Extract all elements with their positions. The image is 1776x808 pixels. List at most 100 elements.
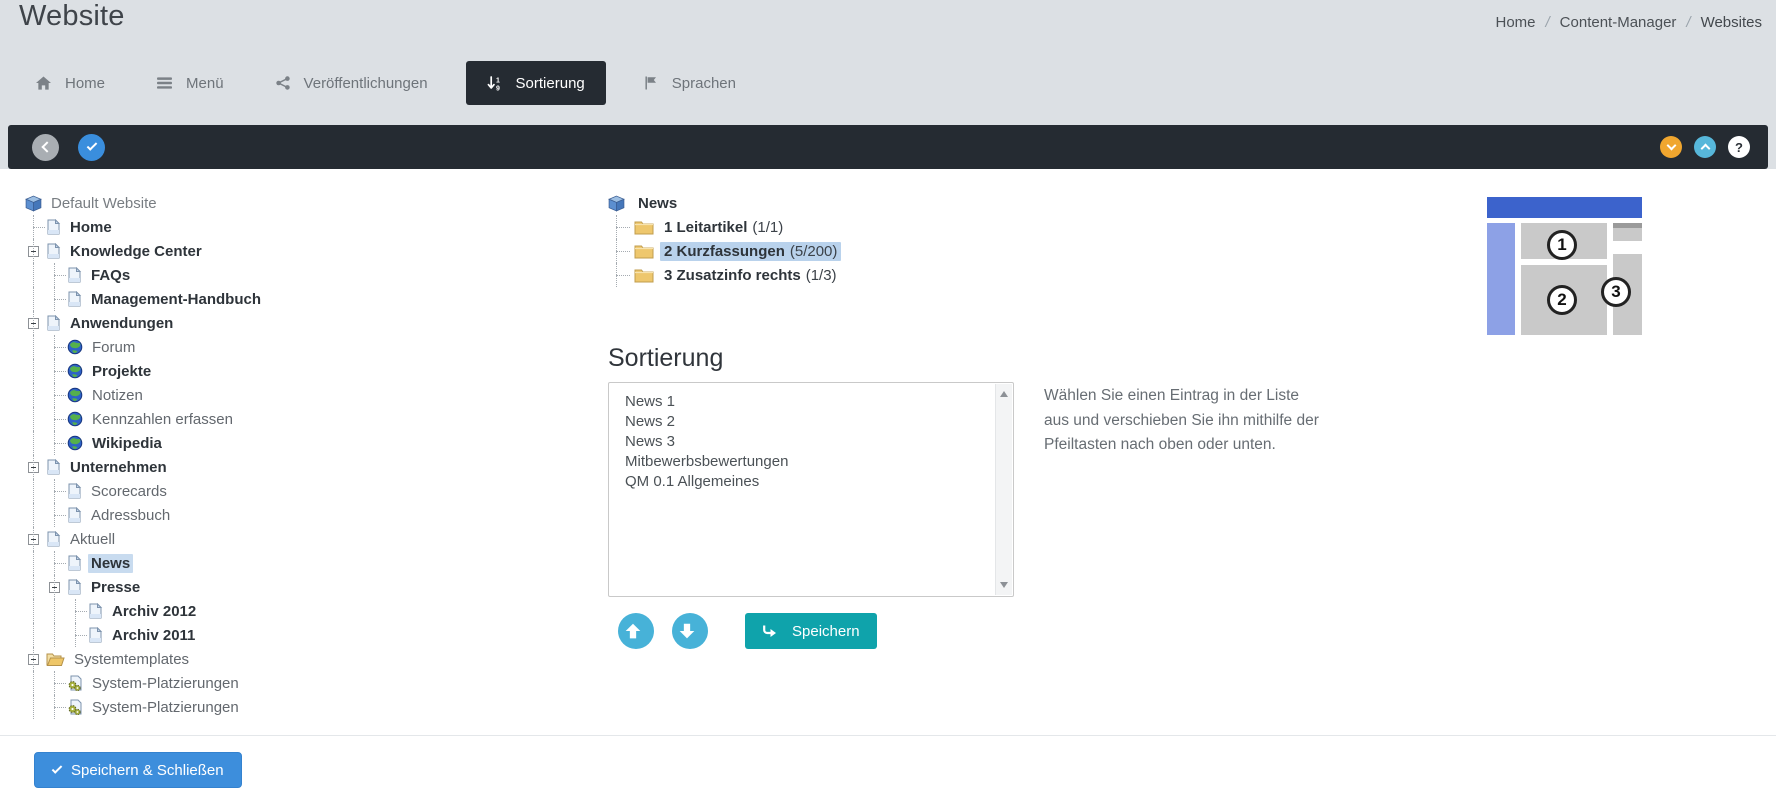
confirm-button[interactable]	[78, 134, 105, 161]
tree-item[interactable]: Anwendungen	[20, 311, 264, 335]
news-item-label: 3 Zusatzinfo rechts	[664, 267, 801, 284]
tree-guide-line	[25, 455, 46, 479]
listbox-option[interactable]: QM 0.1 Allgemeines	[625, 472, 985, 492]
folder-icon	[634, 220, 654, 235]
listbox-option[interactable]: Mitbewerbsbewertungen	[625, 452, 985, 472]
news-subtree-panel: News 1 Leitartikel (1/1) 2 Kurzfassungen(5…	[608, 191, 841, 287]
tab-publications[interactable]: Veröffentlichungen	[262, 61, 442, 105]
globe-icon	[67, 411, 83, 427]
sorting-listbox[interactable]: News 1News 2News 3MitbewerbsbewertungenQ…	[608, 382, 1014, 597]
tree-guide-line	[25, 695, 46, 719]
globe-icon	[67, 363, 83, 379]
tree-item-label: FAQs	[88, 266, 133, 285]
tree-item-label: Notizen	[89, 386, 146, 405]
save-button[interactable]: Speichern	[745, 613, 877, 649]
tree-item-label: Default Website	[48, 194, 160, 213]
tree-guide-line	[25, 383, 46, 407]
tree-guide-line	[25, 575, 46, 599]
tab-home[interactable]: Home	[22, 61, 119, 105]
save-button-label: Speichern	[792, 623, 860, 640]
page-icon	[88, 603, 103, 619]
scrollbar[interactable]	[995, 384, 1012, 595]
tree-item-label: Wikipedia	[89, 434, 165, 453]
tab-sorting[interactable]: 19Sortierung	[466, 61, 606, 105]
triangle-up-icon	[1000, 391, 1008, 397]
tree-item[interactable]: News	[20, 551, 264, 575]
tree-item[interactable]: Presse	[20, 575, 264, 599]
news-item-count: (1/1)	[752, 219, 783, 236]
tree-item[interactable]: Forum	[20, 335, 264, 359]
page-icon	[67, 291, 82, 307]
tree-item[interactable]: System-Platzierungen	[20, 671, 264, 695]
move-down-button[interactable]	[672, 613, 708, 649]
tree-guide-line	[46, 479, 67, 503]
preview-sidebar-zone	[1487, 223, 1515, 335]
tree-item-label: Projekte	[89, 362, 154, 381]
tree-item[interactable]: Kennzahlen erfassen	[20, 407, 264, 431]
tree-item[interactable]: System-Platzierungen	[20, 695, 264, 719]
move-up-button[interactable]	[618, 613, 654, 649]
back-button[interactable]	[32, 134, 59, 161]
tree-item[interactable]: Projekte	[20, 359, 264, 383]
news-item-label: 1 Leitartikel	[664, 219, 747, 236]
arrow-down-icon	[678, 622, 696, 640]
news-folder-item[interactable]: 2 Kurzfassungen(5/200)	[608, 239, 841, 263]
page-icon	[46, 459, 61, 475]
chevron-left-icon	[41, 141, 52, 152]
tree-guide-line	[25, 407, 46, 431]
scrollbar-down-arrow[interactable]	[996, 577, 1012, 593]
tree-item[interactable]: Archiv 2011	[20, 623, 264, 647]
footer-bar: Speichern & Schließen	[0, 735, 1776, 808]
tree-guide-line	[25, 527, 46, 551]
tree-guide-line	[25, 239, 46, 263]
tree-guide-line	[46, 599, 67, 623]
tree-item[interactable]: Scorecards	[20, 479, 264, 503]
tree-item-label: Home	[67, 218, 115, 237]
tree-guide-line	[46, 623, 67, 647]
tree-item-label: Archiv 2012	[109, 602, 199, 621]
tree-item[interactable]: Wikipedia	[20, 431, 264, 455]
globe-icon	[67, 339, 83, 355]
news-subtree-root[interactable]: News	[608, 191, 841, 215]
preview-zone-2-badge: 2	[1547, 285, 1577, 315]
listbox-option[interactable]: News 1	[625, 392, 985, 412]
tab-label: Menü	[186, 75, 224, 92]
breadcrumb-item-home[interactable]: Home	[1495, 14, 1535, 31]
tree-item[interactable]: Aktuell	[20, 527, 264, 551]
tree-item[interactable]: Home	[20, 215, 264, 239]
tree-item[interactable]: Adressbuch	[20, 503, 264, 527]
tree-item[interactable]: Archiv 2012	[20, 599, 264, 623]
tree-item-label: Kennzahlen erfassen	[89, 410, 236, 429]
collapse-all-button[interactable]	[1660, 136, 1682, 158]
tree-item[interactable]: Default Website	[20, 191, 264, 215]
listbox-option[interactable]: News 2	[625, 412, 985, 432]
breadcrumb-item-content-manager[interactable]: Content-Manager	[1560, 14, 1677, 31]
action-toolbar: ?	[8, 125, 1768, 169]
news-folder-item[interactable]: 3 Zusatzinfo rechts(1/3)	[608, 263, 841, 287]
tree-item[interactable]: Management-Handbuch	[20, 287, 264, 311]
news-item-highlight: 3 Zusatzinfo rechts(1/3)	[660, 266, 841, 285]
expand-all-button[interactable]	[1694, 136, 1716, 158]
scrollbar-up-arrow[interactable]	[996, 386, 1012, 402]
tree-item[interactable]: Knowledge Center	[20, 239, 264, 263]
svg-text:9: 9	[496, 85, 500, 90]
listbox-option[interactable]: News 3	[625, 432, 985, 452]
tree-guide-line	[25, 551, 46, 575]
tree-item[interactable]: Notizen	[20, 383, 264, 407]
folder-icon	[634, 244, 654, 259]
tree-guide-line	[25, 215, 46, 239]
tree-guide-line	[46, 671, 67, 695]
tab-languages[interactable]: Sprachen	[630, 61, 750, 105]
tree-item[interactable]: Unternehmen	[20, 455, 264, 479]
tree-guide-line	[25, 647, 46, 671]
tree-item[interactable]: Systemtemplates	[20, 647, 264, 671]
tab-menu[interactable]: Menü	[143, 61, 238, 105]
share-icon	[276, 76, 290, 90]
save-close-button[interactable]: Speichern & Schließen	[34, 752, 242, 788]
tree-item[interactable]: FAQs	[20, 263, 264, 287]
news-folder-item[interactable]: 1 Leitartikel (1/1)	[608, 215, 841, 239]
help-button[interactable]: ?	[1728, 136, 1750, 158]
page-icon	[46, 315, 61, 331]
tree-guide-line	[25, 263, 46, 287]
tree-guide-line	[46, 575, 67, 599]
